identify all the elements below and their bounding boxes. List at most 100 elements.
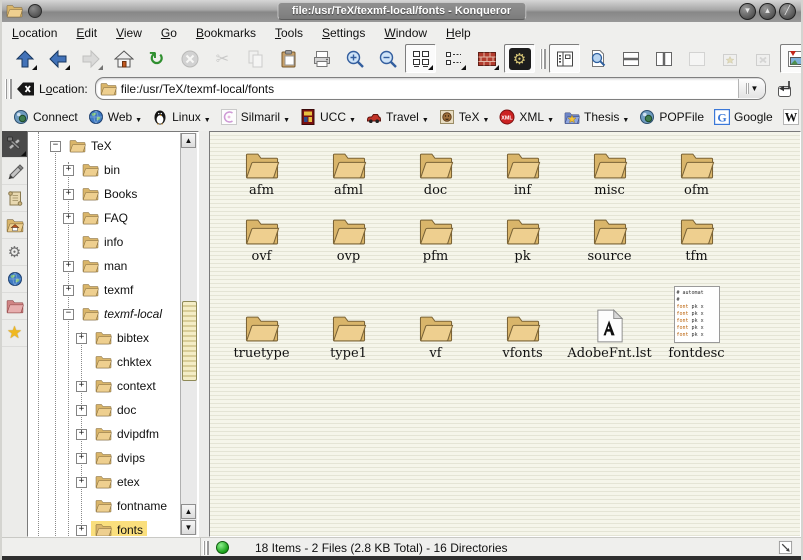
tree-row-content[interactable]: info bbox=[78, 233, 127, 251]
tree-item-bin[interactable]: + bin bbox=[28, 158, 198, 182]
tree-item-info[interactable]: info bbox=[28, 230, 198, 254]
maximize-button[interactable]: ▴ bbox=[759, 3, 776, 20]
sidebar-tab-root-directory[interactable] bbox=[2, 293, 27, 320]
tree-item-TeX[interactable]: − TeX bbox=[28, 134, 198, 158]
tree-item-chktex[interactable]: chktex bbox=[28, 350, 198, 374]
bookmark-silmaril[interactable]: Silmaril▼ bbox=[216, 107, 295, 127]
minimize-button[interactable]: ▾ bbox=[739, 3, 756, 20]
tree-item-etex[interactable]: + etex bbox=[28, 470, 198, 494]
file-item-tfm[interactable]: tfm bbox=[653, 206, 740, 264]
clear-location-button[interactable] bbox=[15, 79, 35, 99]
sticky-button[interactable] bbox=[28, 4, 42, 18]
file-item-vf[interactable]: vf bbox=[392, 314, 479, 361]
expand-expander-icon[interactable]: + bbox=[76, 333, 87, 344]
zoom-in-button[interactable] bbox=[339, 44, 370, 73]
menu-bookmarks[interactable]: Bookmarks bbox=[196, 26, 256, 40]
tree-item-doc[interactable]: + doc bbox=[28, 398, 198, 422]
file-item-fontdesc[interactable]: # automat#font pk xfont pk xfont pk xfon… bbox=[653, 286, 740, 361]
menu-settings[interactable]: Settings bbox=[322, 26, 365, 40]
split-view-left-right-button[interactable] bbox=[648, 44, 679, 73]
tree-item-fonts[interactable]: + fonts bbox=[28, 518, 198, 537]
tree-row-content[interactable]: etex bbox=[91, 473, 144, 491]
menu-view[interactable]: View bbox=[116, 26, 142, 40]
file-item-doc[interactable]: doc bbox=[392, 140, 479, 198]
file-item-inf[interactable]: inf bbox=[479, 140, 566, 198]
scroll-down-button[interactable]: ▼ bbox=[181, 520, 196, 535]
file-item-truetype[interactable]: truetype bbox=[218, 314, 305, 361]
split-view-top-bottom-button[interactable] bbox=[615, 44, 646, 73]
tree-row-content[interactable]: dvips bbox=[91, 449, 149, 467]
collapse-expander-icon[interactable]: − bbox=[50, 141, 61, 152]
file-item-vfonts[interactable]: vfonts bbox=[479, 314, 566, 361]
tree-item-texmf[interactable]: + texmf bbox=[28, 278, 198, 302]
print-button[interactable] bbox=[306, 44, 337, 73]
scrollbar-thumb[interactable] bbox=[182, 301, 197, 381]
zoom-out-button[interactable] bbox=[372, 44, 403, 73]
collapse-expander-icon[interactable]: − bbox=[63, 309, 74, 320]
html-index-view-button[interactable]: ⚙ bbox=[504, 44, 535, 73]
tree-row-content[interactable]: context bbox=[91, 377, 160, 395]
home-button[interactable] bbox=[108, 44, 139, 73]
reload-button[interactable]: ↻ bbox=[141, 44, 172, 73]
tree-item-dvipdfm[interactable]: + dvipdfm bbox=[28, 422, 198, 446]
tree-item-FAQ[interactable]: + FAQ bbox=[28, 206, 198, 230]
find-file-button[interactable] bbox=[582, 44, 613, 73]
file-item-pfm[interactable]: pfm bbox=[392, 206, 479, 264]
tree-row-content[interactable]: man bbox=[78, 257, 131, 275]
tree-view-button[interactable] bbox=[438, 44, 469, 73]
icon-view-panel[interactable]: afm afml doc inf misc ofm ovf ovp pfm pk… bbox=[209, 131, 801, 537]
location-toolbar-drag-handle[interactable] bbox=[5, 79, 12, 99]
icon-view-button[interactable] bbox=[405, 44, 436, 73]
tree-row-content[interactable]: doc bbox=[91, 401, 140, 419]
menu-tools[interactable]: Tools bbox=[275, 26, 303, 40]
menu-help[interactable]: Help bbox=[446, 26, 471, 40]
scroll-up-button-bottom[interactable]: ▲ bbox=[181, 504, 196, 519]
sidebar-tab-annotate[interactable] bbox=[2, 158, 27, 185]
bookmark-thesis[interactable]: Thesis▼ bbox=[559, 108, 634, 127]
tree-row-content[interactable]: bin bbox=[78, 161, 124, 179]
show-navigation-panel-button[interactable] bbox=[549, 44, 580, 73]
file-item-AdobeFnt.lst[interactable]: AdobeFnt.lst bbox=[566, 309, 653, 361]
new-tab-button[interactable] bbox=[714, 44, 745, 73]
expand-expander-icon[interactable]: + bbox=[63, 165, 74, 176]
expand-expander-icon[interactable]: + bbox=[76, 453, 87, 464]
tree-row-content[interactable]: texmf-local bbox=[78, 305, 166, 323]
file-item-ofm[interactable]: ofm bbox=[653, 140, 740, 198]
menu-location[interactable]: Location bbox=[12, 26, 57, 40]
file-item-pk[interactable]: pk bbox=[479, 206, 566, 264]
bookmark-google[interactable]: GGoogle bbox=[709, 107, 778, 127]
expand-expander-icon[interactable]: + bbox=[76, 429, 87, 440]
close-button[interactable]: ╱ bbox=[779, 3, 796, 20]
expand-expander-icon[interactable]: + bbox=[63, 213, 74, 224]
tree-item-Books[interactable]: + Books bbox=[28, 182, 198, 206]
file-item-ovp[interactable]: ovp bbox=[305, 206, 392, 264]
titlebar[interactable]: file:/usr/TeX/texmf-local/fonts - Konque… bbox=[2, 0, 801, 22]
bookmark-ucc[interactable]: UCC▼ bbox=[295, 107, 361, 127]
expand-expander-icon[interactable]: + bbox=[76, 381, 87, 392]
multicolumn-view-button[interactable] bbox=[471, 44, 502, 73]
image-gallery-button[interactable] bbox=[780, 44, 803, 73]
file-item-source[interactable]: source bbox=[566, 206, 653, 264]
file-item-type1[interactable]: type1 bbox=[305, 314, 392, 361]
bookmark-web[interactable]: Web▼ bbox=[83, 107, 147, 127]
tree-row-content[interactable]: TeX bbox=[65, 137, 116, 155]
bookmark-travel[interactable]: Travel▼ bbox=[361, 107, 434, 127]
tree-row-content[interactable]: texmf bbox=[78, 281, 137, 299]
location-value[interactable]: file:/usr/TeX/texmf-local/fonts bbox=[121, 82, 274, 96]
panel-splitter[interactable] bbox=[199, 131, 209, 537]
close-tab-button[interactable] bbox=[747, 44, 778, 73]
bookmark-connect[interactable]: Connect bbox=[8, 107, 83, 127]
tree-item-context[interactable]: + context bbox=[28, 374, 198, 398]
forward-button[interactable] bbox=[75, 44, 106, 73]
bookmark-linux[interactable]: Linux▼ bbox=[147, 107, 216, 127]
sidebar-tab-history[interactable] bbox=[2, 185, 27, 212]
go-button[interactable] bbox=[773, 78, 795, 100]
location-dropdown-button[interactable]: ▼ bbox=[738, 79, 765, 98]
sidebar-tab-network[interactable] bbox=[2, 266, 27, 293]
up-button[interactable] bbox=[9, 44, 40, 73]
tree-item-fontname[interactable]: fontname bbox=[28, 494, 198, 518]
menu-window[interactable]: Window bbox=[384, 26, 427, 40]
location-input[interactable]: file:/usr/TeX/texmf-local/fonts ▼ bbox=[95, 77, 766, 100]
expand-expander-icon[interactable]: + bbox=[63, 261, 74, 272]
file-item-afml[interactable]: afml bbox=[305, 140, 392, 198]
